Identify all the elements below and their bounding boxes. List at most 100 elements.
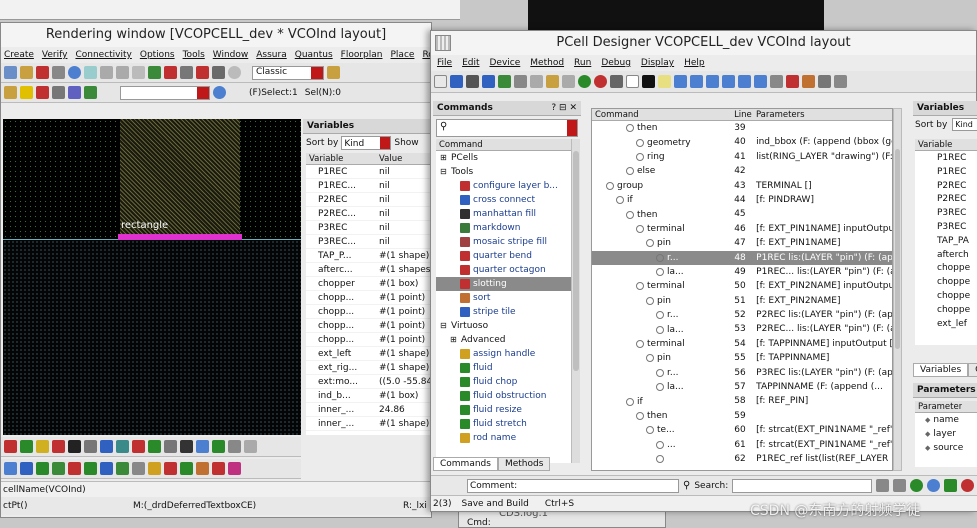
layer-dark-icon[interactable] [68, 440, 81, 453]
table-row[interactable]: ext_rig... #(1 shape) [306, 361, 431, 375]
tree-item[interactable]: stripe tile [436, 305, 571, 319]
table-row[interactable]: P2REC... nil [306, 207, 431, 221]
table-row[interactable]: P3REC nil [306, 221, 431, 235]
expand-icon[interactable]: ⊞ [440, 151, 448, 165]
comment-field[interactable]: Comment: [467, 478, 679, 493]
table-row[interactable]: ext_lef [915, 317, 977, 331]
code-row[interactable]: pin 47 [f: EXT_PIN1NAME] [592, 236, 892, 250]
menu-floorplan[interactable]: Floorplan [341, 50, 383, 60]
tab-commands[interactable]: Commands [433, 457, 498, 471]
layer-teal-icon[interactable] [116, 440, 129, 453]
table-row[interactable]: P1REC [915, 151, 977, 165]
layer-text-icon[interactable] [180, 440, 193, 453]
layer-icon[interactable] [196, 66, 209, 79]
panel-buttons[interactable]: ? ⊟ ✕ [551, 101, 577, 115]
layer-pin-icon[interactable] [132, 440, 145, 453]
drc-icon[interactable] [164, 462, 177, 475]
menu-display[interactable]: Display [641, 58, 674, 68]
tree-item[interactable]: fluid [436, 361, 571, 375]
code-row[interactable]: then 59 [592, 409, 892, 423]
zoom-out-icon[interactable] [116, 66, 129, 79]
menu-create[interactable]: Create [4, 50, 34, 60]
tab-ge[interactable]: Ge [968, 363, 977, 377]
highlight-icon[interactable] [658, 75, 671, 88]
help-icon[interactable] [961, 479, 975, 492]
tree-item[interactable]: fluid chop [436, 375, 571, 389]
rotate-icon[interactable] [36, 462, 49, 475]
step-icon[interactable] [610, 75, 623, 88]
sort-combo[interactable]: Kind [341, 136, 392, 150]
gear-icon[interactable] [213, 86, 226, 99]
open-icon[interactable] [450, 75, 463, 88]
check-icon[interactable] [84, 86, 97, 99]
code-row[interactable]: pin 51 [f: EXT_PIN2NAME] [592, 294, 892, 308]
size-icon[interactable] [100, 462, 113, 475]
layer-ruler-icon[interactable] [228, 440, 241, 453]
tree-item[interactable]: ⊟ Tools [436, 165, 571, 179]
code-row[interactable]: else 42 [592, 164, 892, 178]
undo-icon[interactable] [738, 75, 751, 88]
split-icon[interactable] [68, 462, 81, 475]
page-icon[interactable] [626, 75, 639, 88]
tree-item[interactable]: ⊟ Virtuoso [436, 319, 571, 333]
run-icon[interactable] [578, 75, 591, 88]
code-row[interactable]: terminal 54 [f: TAPPINNAME] inputOutput [] [592, 337, 892, 351]
tree-item[interactable]: fluid obstruction [436, 389, 571, 403]
table-row[interactable]: ext_left #(1 shape) [306, 347, 431, 361]
tree-item[interactable]: markdown [436, 221, 571, 235]
refresh-icon[interactable] [148, 66, 161, 79]
code-row[interactable]: terminal 50 [f: EXT_PIN2NAME] inputOutput [592, 279, 892, 293]
param-row[interactable]: ◆ source [915, 441, 977, 455]
table-row[interactable]: P2REC [915, 192, 977, 206]
table-row[interactable]: TAP_PA [915, 234, 977, 248]
snap-icon[interactable] [148, 462, 161, 475]
table-row[interactable]: choppe [915, 261, 977, 275]
table-row[interactable]: P1REC nil [306, 165, 431, 179]
menu-options[interactable]: Options [140, 50, 175, 60]
stretch-icon[interactable] [52, 86, 65, 99]
net-icon[interactable] [196, 462, 209, 475]
code-row[interactable]: la... 49 P1REC... lis:(LAYER "pin") (F: (a… [592, 265, 892, 279]
run-icon[interactable] [910, 479, 924, 492]
table-row[interactable]: choppe [915, 275, 977, 289]
probe-icon[interactable] [164, 66, 177, 79]
tree-item[interactable]: ⊞ Advanced [436, 333, 571, 347]
grid-icon[interactable] [212, 66, 225, 79]
code-row[interactable]: ring 41 list(RING_LAYER "drawing") (F: (a.… [592, 150, 892, 164]
layer-label-icon[interactable] [244, 440, 257, 453]
cut-icon[interactable] [514, 75, 527, 88]
table-row[interactable]: chopp... #(1 point) [306, 333, 431, 347]
tree-item[interactable]: assign handle [436, 347, 571, 361]
right-sort-combo[interactable]: Kind [952, 118, 977, 131]
arrow-down-icon[interactable] [722, 75, 735, 88]
tree-item[interactable]: manhattan fill [436, 207, 571, 221]
table-row[interactable]: chopper #(1 box) [306, 277, 431, 291]
table-row[interactable]: P3REC [915, 220, 977, 234]
menu-assura[interactable]: Assura [256, 50, 286, 60]
commands-search-input[interactable]: ⚲ [436, 119, 578, 137]
ruler-icon[interactable] [180, 66, 193, 79]
table-row[interactable]: ind_b... #(1 box) [306, 389, 431, 403]
tree-item[interactable]: rod name [436, 431, 571, 445]
move-icon[interactable] [68, 86, 81, 99]
find-prev-icon[interactable] [876, 479, 890, 492]
code-row[interactable]: ... 61 [f: strcat(EXT_PIN1NAME "_ref")] [592, 438, 892, 452]
tab-methods[interactable]: Methods [497, 457, 551, 471]
arrow-left-icon[interactable] [674, 75, 687, 88]
menu-file[interactable]: File [437, 58, 452, 68]
tree-item[interactable]: quarter bend [436, 249, 571, 263]
tree-item[interactable]: sort [436, 291, 571, 305]
expand-icon[interactable]: ⊟ [440, 319, 448, 333]
view-mode-combo[interactable]: Classic [252, 65, 324, 80]
save-icon[interactable] [466, 75, 479, 88]
layout-canvas-lower[interactable]: rectangle [3, 220, 301, 435]
paste-icon[interactable] [546, 75, 559, 88]
fit-icon[interactable] [84, 66, 97, 79]
refresh-icon[interactable] [927, 479, 941, 492]
code-row[interactable]: if 58 [f: REF_PIN] [592, 394, 892, 408]
table-row[interactable]: afterc... #(1 shapes) [306, 263, 431, 277]
table-row[interactable]: inner_... #(1 shape) [306, 417, 431, 431]
expand-icon[interactable]: ⊟ [440, 165, 448, 179]
pin-icon[interactable] [802, 75, 815, 88]
tree-item[interactable]: slotting [436, 277, 571, 291]
